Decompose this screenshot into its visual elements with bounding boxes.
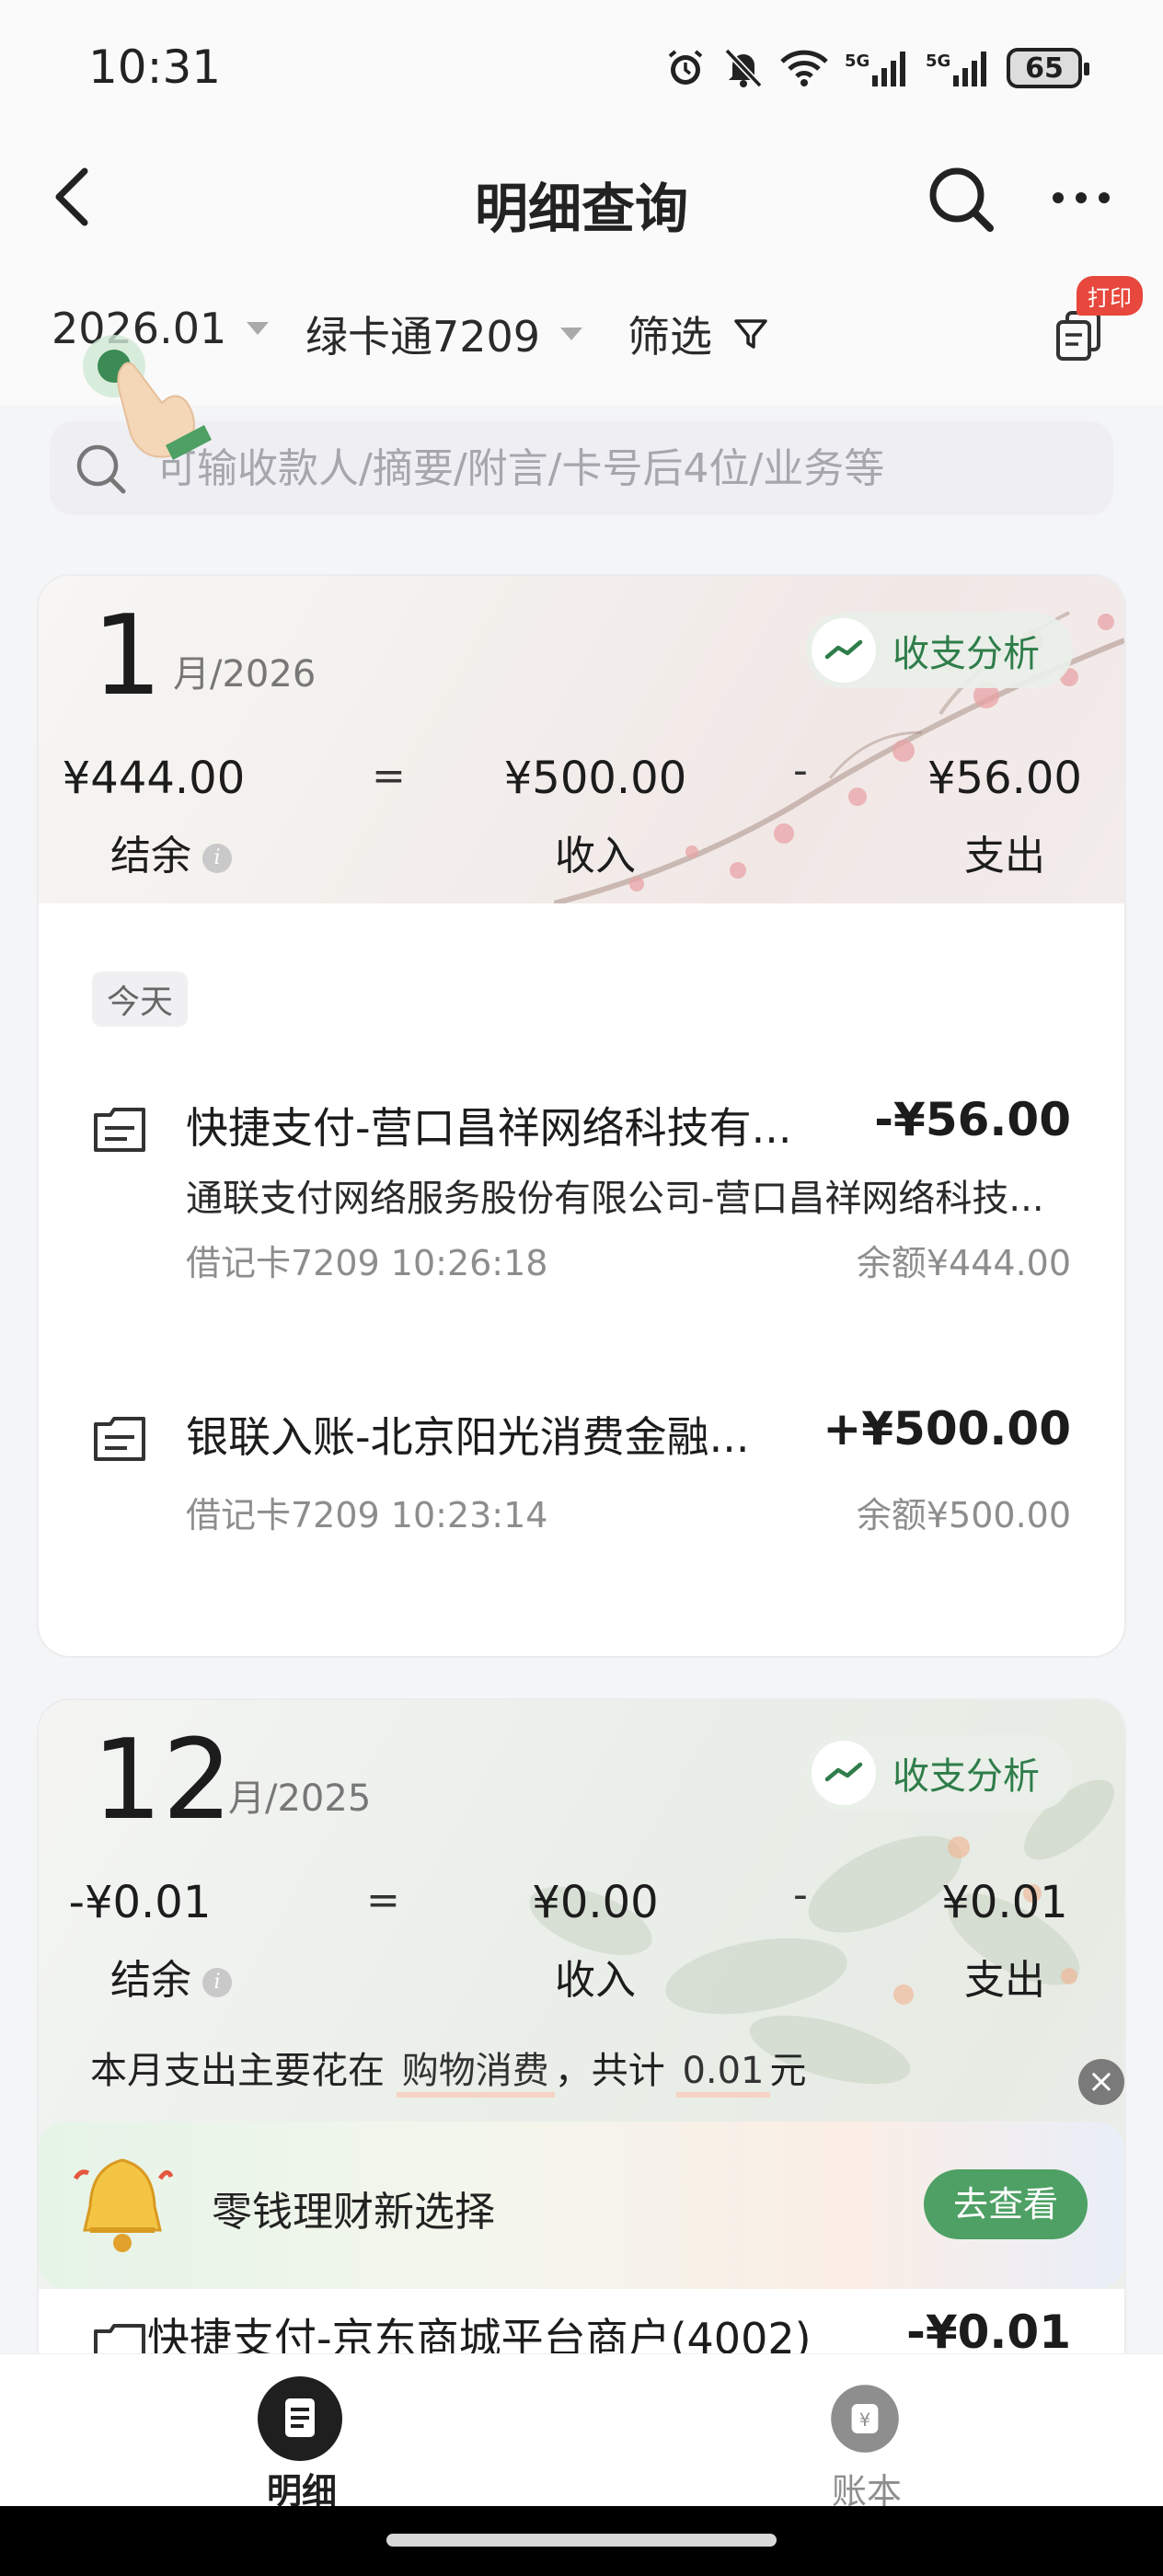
- income-label: 收入: [555, 833, 636, 880]
- income-expense-analysis-button[interactable]: 收支分析: [806, 1735, 1073, 1811]
- ledger-icon: ¥: [831, 2385, 899, 2453]
- funnel-icon: [734, 319, 767, 349]
- back-button[interactable]: [44, 160, 118, 234]
- info-icon[interactable]: i: [202, 1968, 232, 1997]
- analysis-label: 收支分析: [892, 633, 1040, 675]
- card-selector-label: 绿卡通7209: [305, 312, 541, 362]
- income-label: 收入: [555, 1957, 636, 2004]
- transaction-row-partial[interactable]: 快捷支付-京东商城平台商户(4002) -¥0.01: [39, 2289, 1124, 2353]
- month-summary-header: 1 月/2026 收支分析 ¥444.00 = ¥500.00 - ¥56.00…: [39, 576, 1124, 903]
- mute-bell-icon: [723, 48, 764, 88]
- status-icons: 5G 5G 65: [664, 48, 1089, 88]
- month-year-label: 月/2026: [173, 653, 317, 696]
- balance-label-wrap: 结余 i: [70, 1947, 272, 2006]
- summary-mid: ，共计: [554, 2050, 665, 2092]
- card-selector[interactable]: 绿卡通7209: [305, 304, 583, 364]
- transaction-counterparty: 通联支付网络服务股份有限公司-营口昌祥网络科技...: [186, 1178, 1044, 1220]
- receipt-icon: [94, 1108, 145, 1152]
- balance-label: 结余: [110, 1957, 191, 2004]
- search-button[interactable]: [920, 158, 1003, 241]
- view-now-button[interactable]: 去查看: [924, 2169, 1088, 2239]
- summary-category: 购物消费: [396, 2050, 555, 2098]
- document-icon: [258, 2376, 342, 2461]
- filter-button[interactable]: 筛选: [628, 304, 769, 364]
- nav-tab-details[interactable]: 明细: [118, 2354, 486, 2512]
- month-year-label: 月/2025: [228, 1777, 372, 1820]
- svg-text:5G: 5G: [845, 52, 869, 71]
- minus-sign: -: [793, 1871, 808, 1918]
- transaction-meta: 借记卡7209 10:23:14: [186, 1495, 548, 1535]
- balance-label-wrap: 结余 i: [70, 822, 272, 881]
- search-input[interactable]: [156, 421, 1077, 515]
- income-amount: ¥500.00: [503, 753, 687, 804]
- balance-label: 结余: [110, 833, 191, 880]
- receipt-icon: [94, 1417, 145, 1461]
- month-number: 12: [92, 1717, 233, 1845]
- analysis-label: 收支分析: [892, 1755, 1040, 1798]
- transaction-amount: +¥500.00: [823, 1402, 1071, 1455]
- caret-down-icon: [560, 328, 583, 340]
- promo-banner[interactable]: 零钱理财新选择 去查看: [39, 2122, 1124, 2289]
- alarm-icon: [664, 48, 707, 88]
- transaction-row[interactable]: 快捷支付-营口昌祥网络科技有... -¥56.00 通联支付网络服务股份有限公司…: [39, 1073, 1124, 1349]
- trend-icon: [812, 1741, 876, 1805]
- bell-icon: [73, 2158, 173, 2252]
- promo-text: 零钱理财新选择: [212, 2189, 495, 2236]
- income-amount: ¥0.00: [532, 1877, 659, 1928]
- signal-icon-2: 5G: [926, 48, 990, 88]
- more-icon: [1053, 192, 1110, 203]
- transaction-title: 快捷支付-营口昌祥网络科技有...: [186, 1103, 792, 1153]
- expense-amount: ¥0.01: [941, 1877, 1068, 1928]
- day-badge: 今天: [92, 972, 189, 1027]
- equals-sign: =: [372, 753, 406, 799]
- chevron-left-icon: [55, 167, 88, 226]
- transaction-meta: 借记卡7209 10:26:18: [186, 1243, 548, 1283]
- balance-amount: ¥444.00: [62, 753, 246, 804]
- summary-amount: 0.01: [676, 2050, 770, 2098]
- transaction-title: 快捷支付-京东商城平台商户(4002): [147, 2314, 812, 2353]
- expense-label: 支出: [964, 1957, 1045, 2004]
- summary-prefix: 本月支出主要花在: [90, 2050, 385, 2092]
- equals-sign: =: [366, 1877, 400, 1924]
- status-time: 10:31: [88, 40, 222, 94]
- filter-label: 筛选: [628, 312, 712, 362]
- receipt-icon: [94, 2324, 145, 2353]
- app-header: 明细查询: [0, 138, 1163, 258]
- balance-amount: -¥0.01: [68, 1877, 212, 1928]
- expense-label: 支出: [964, 833, 1045, 880]
- trend-icon: [812, 618, 876, 683]
- status-bar: 10:31 5G 5G 65: [0, 0, 1163, 138]
- info-icon[interactable]: i: [202, 844, 232, 873]
- svg-text:¥: ¥: [859, 2409, 870, 2431]
- transaction-row[interactable]: 银联入账-北京阳光消费金融... +¥500.00 借记卡7209 10:23:…: [39, 1382, 1124, 1603]
- print-badge: 打印: [1077, 276, 1143, 316]
- bottom-navigation: 明细 ¥ 账本: [0, 2353, 1163, 2512]
- signal-icon: 5G: [845, 48, 909, 88]
- wifi-icon: [780, 48, 828, 88]
- tap-hint-hand-icon: [74, 331, 221, 469]
- minus-sign: -: [793, 747, 808, 794]
- transaction-amount: -¥56.00: [874, 1093, 1071, 1146]
- month-card-2026-01: 1 月/2026 收支分析 ¥444.00 = ¥500.00 - ¥56.00…: [39, 576, 1124, 1656]
- summary-unit: 元: [769, 2050, 807, 2092]
- svg-text:5G: 5G: [926, 52, 950, 71]
- month-number: 1: [92, 592, 163, 720]
- close-ad-button[interactable]: ×: [1078, 2059, 1124, 2105]
- spending-summary: 本月支出主要花在 购物消费 ，共计 0.01 元: [90, 2041, 807, 2098]
- transaction-balance: 余额¥444.00: [856, 1243, 1071, 1283]
- more-options-button[interactable]: [1040, 166, 1123, 230]
- transaction-title: 银联入账-北京阳光消费金融...: [186, 1412, 750, 1462]
- income-expense-analysis-button[interactable]: 收支分析: [806, 613, 1073, 688]
- search-icon: [929, 167, 994, 232]
- expense-amount: ¥56.00: [927, 753, 1082, 804]
- transaction-balance: 余额¥500.00: [856, 1495, 1071, 1535]
- caret-down-icon: [247, 322, 270, 335]
- transaction-amount: -¥0.01: [906, 2306, 1071, 2353]
- home-indicator[interactable]: [386, 2534, 777, 2547]
- nav-tab-ledger[interactable]: ¥ 账本: [683, 2354, 1051, 2512]
- battery-icon: 65: [1007, 48, 1089, 88]
